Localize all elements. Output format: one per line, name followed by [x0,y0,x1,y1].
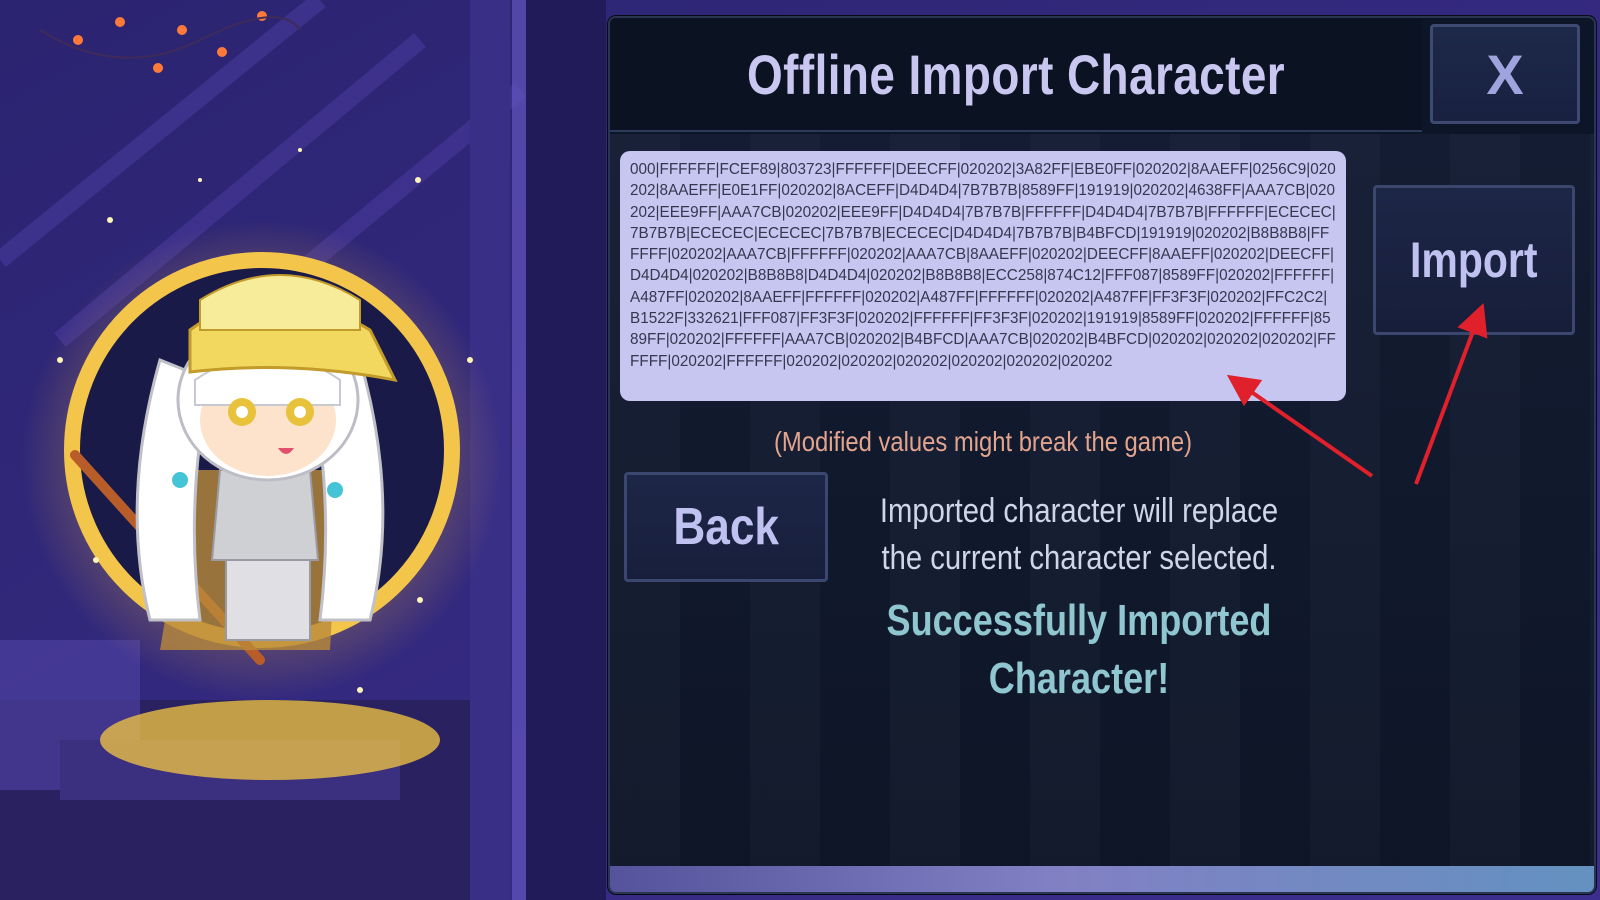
warning-text: (Modified values might break the game) [773,426,1193,457]
close-icon: X [1486,42,1524,106]
title-bar: Offline Import Character [610,18,1422,132]
replace-info-text: Imported character will replace the curr… [868,488,1289,582]
character-code-textarea[interactable]: 000|FFFFFF|FCEF89|803723|FFFFFF|DEECFF|0… [620,151,1346,401]
import-button-label: Import [1410,232,1538,288]
import-character-dialog: Offline Import Character X 000|FFFFFF|FC… [608,16,1596,894]
back-button[interactable]: Back [624,472,828,582]
info-line-2: the current character selected. [881,539,1277,577]
import-button[interactable]: Import [1373,185,1575,335]
success-line-1: Successfully Imported [886,596,1272,645]
back-button-label: Back [673,498,779,556]
dialog-title: Offline Import Character [746,42,1285,106]
dialog-bottom-bar [610,866,1594,892]
close-button[interactable]: X [1430,24,1580,124]
info-line-1: Imported character will replace [879,492,1279,530]
success-line-2: Character! [988,654,1170,703]
success-message: Successfully Imported Character! [878,592,1280,708]
